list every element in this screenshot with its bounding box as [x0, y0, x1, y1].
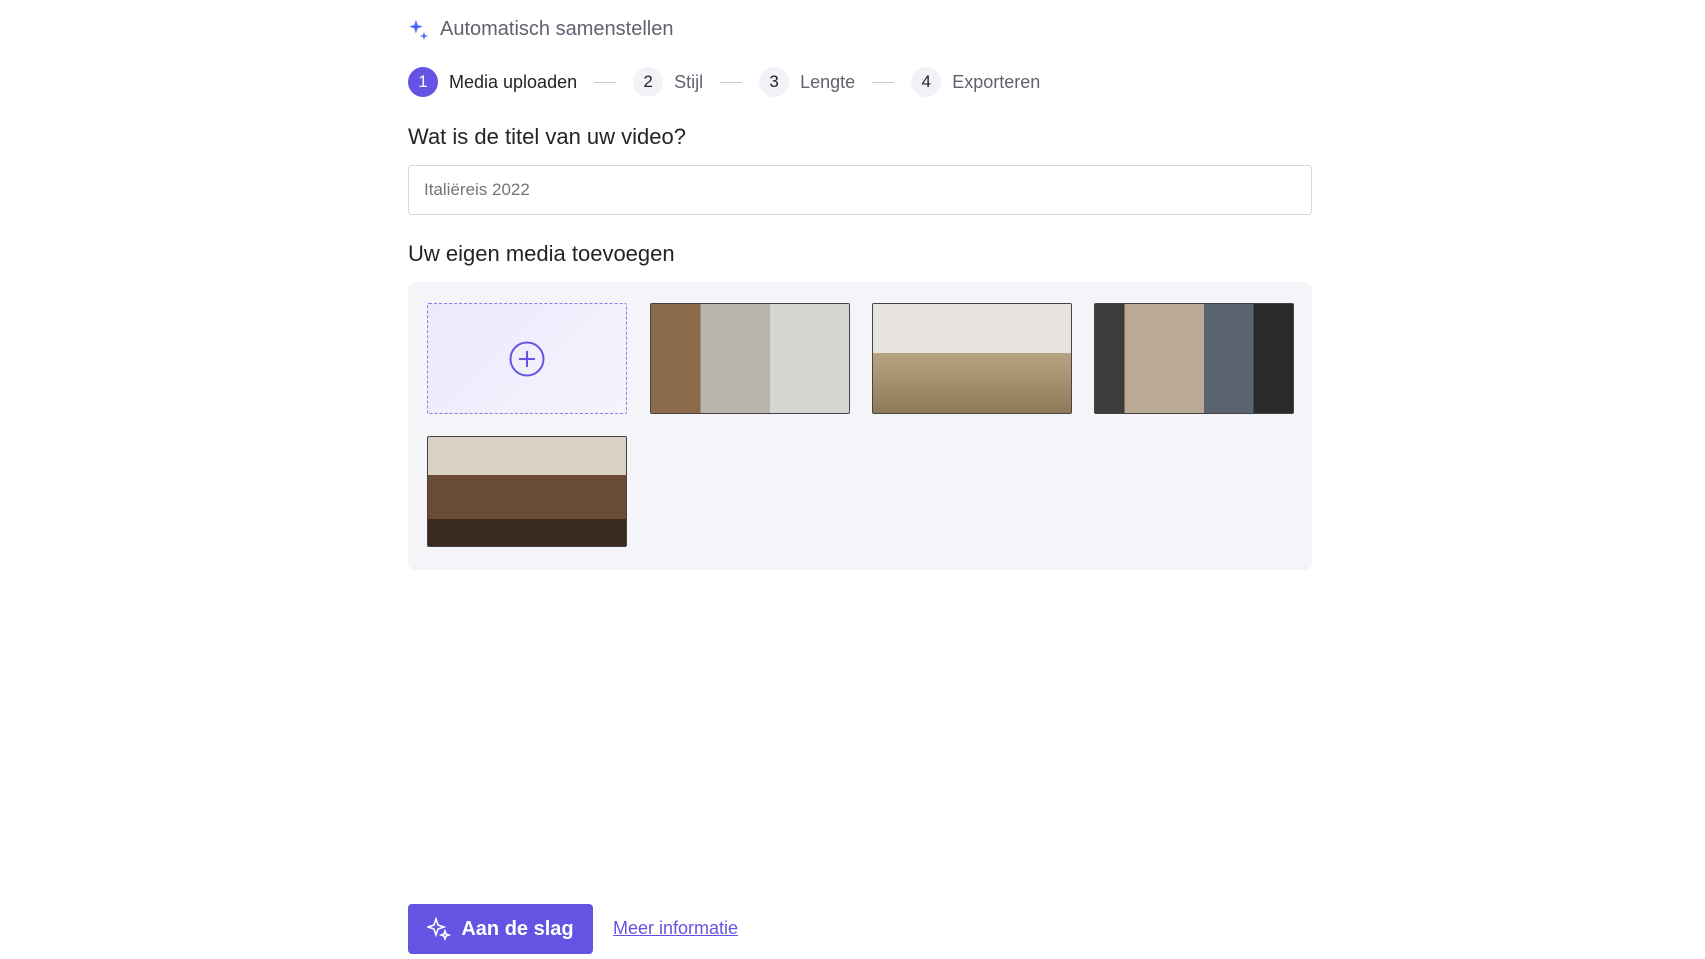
step-number: 2: [633, 67, 664, 97]
step-media-uploaden[interactable]: 1 Media uploaden: [408, 67, 577, 97]
step-label: Lengte: [800, 71, 856, 92]
more-info-link[interactable]: Meer informatie: [613, 918, 738, 939]
step-label: Media uploaden: [449, 71, 578, 92]
media-thumbnail[interactable]: [872, 303, 1072, 414]
media-thumbnail[interactable]: [1094, 303, 1294, 414]
start-button-label: Aan de slag: [461, 917, 574, 940]
sparkle-icon: [409, 19, 428, 40]
step-divider: [872, 81, 895, 83]
video-title-input[interactable]: [408, 165, 1312, 215]
plus-circle-icon: [509, 341, 545, 376]
media-thumbnail[interactable]: [427, 436, 627, 547]
step-exporteren[interactable]: 4 Exporteren: [911, 67, 1040, 97]
header-title: Automatisch samenstellen: [440, 18, 674, 40]
step-label: Exporteren: [952, 71, 1041, 92]
stepper: 1 Media uploaden 2 Stijl 3 Lengte 4 Exporter…: [408, 67, 1040, 97]
step-lengte[interactable]: 3 Lengte: [759, 67, 855, 97]
page-header: Automatisch samenstellen: [408, 18, 673, 41]
step-number: 3: [759, 67, 790, 97]
step-number: 1: [408, 67, 438, 97]
title-heading: Wat is de titel van uw video?: [408, 124, 686, 149]
step-stijl[interactable]: 2 Stijl: [633, 67, 703, 97]
start-button[interactable]: Aan de slag: [408, 904, 593, 954]
step-divider: [594, 81, 617, 83]
sparkle-icon: [427, 917, 452, 941]
step-number: 4: [911, 67, 942, 97]
media-heading: Uw eigen media toevoegen: [408, 241, 675, 266]
step-label: Stijl: [674, 71, 704, 92]
media-thumbnail[interactable]: [650, 303, 850, 414]
add-media-button[interactable]: [427, 303, 627, 414]
media-panel: [408, 282, 1312, 570]
step-divider: [720, 81, 743, 83]
